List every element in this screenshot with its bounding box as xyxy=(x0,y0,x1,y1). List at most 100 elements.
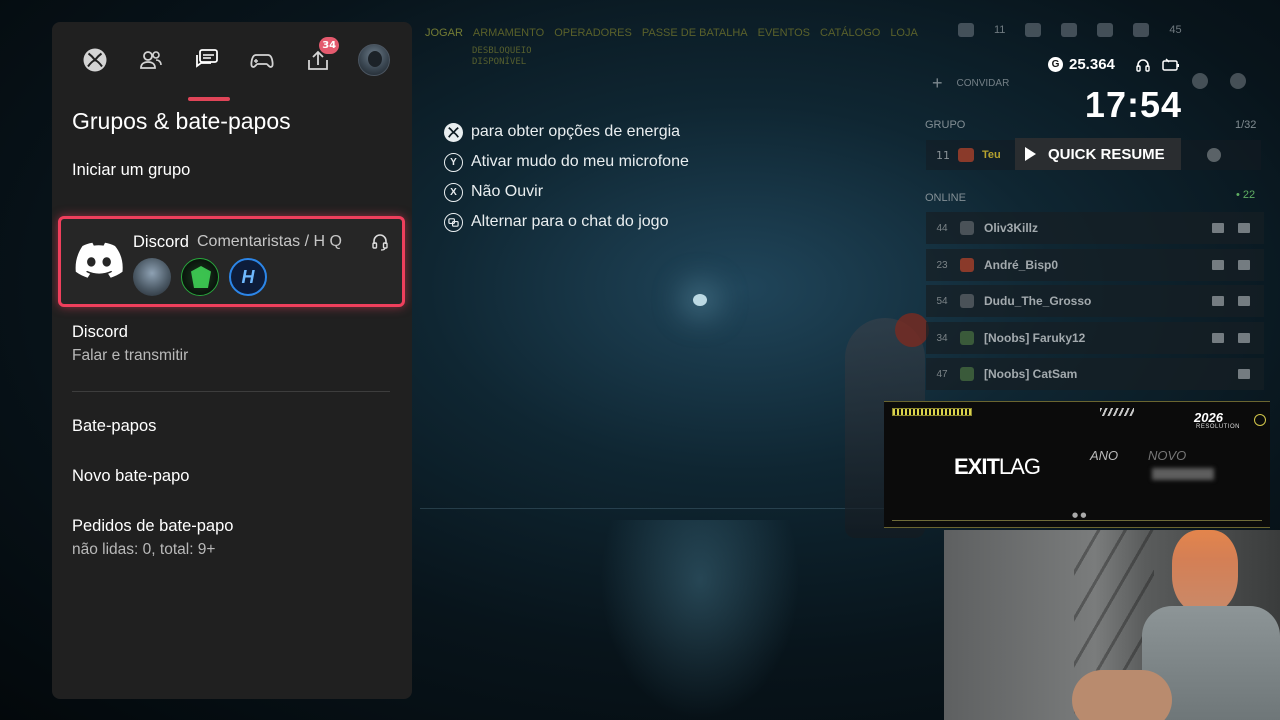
play-icon xyxy=(1025,147,1036,161)
settings-icon xyxy=(1133,23,1150,37)
chat-icon xyxy=(195,49,218,68)
banner-blurred-text xyxy=(1152,468,1214,480)
xbox-guide-panel: 34 Grupos & bate-papos Iniciar um grupo … xyxy=(52,22,412,699)
streamer-head xyxy=(1172,530,1238,614)
invite-button[interactable]: + CONVIDAR xyxy=(932,73,1009,94)
tab-xbox-home[interactable] xyxy=(76,35,114,85)
party-service-name: Discord xyxy=(133,233,189,251)
clock: 17:54 xyxy=(1084,84,1182,125)
tab-profile[interactable] xyxy=(355,35,393,85)
online-player-row[interactable]: 34 [Noobs] Faruky12 xyxy=(926,322,1264,354)
banner-stripe xyxy=(892,408,972,416)
hint-power-options: para obter opções de energia xyxy=(444,117,689,147)
gear-icon[interactable] xyxy=(1230,73,1246,89)
join-icon xyxy=(1238,223,1250,233)
party-members: H xyxy=(133,258,267,296)
tab-people[interactable] xyxy=(132,35,170,85)
unlock-available-text: DESBLOQUEIO DISPONÍVEL xyxy=(472,46,532,67)
exitlag-banner: EXITLAG ANO NOVO 2026 RESOLUTION ● ● xyxy=(884,401,1270,528)
discord-item-title[interactable]: Discord xyxy=(72,323,128,342)
banner-divider xyxy=(892,520,1262,521)
hud-value: 45 xyxy=(1169,24,1182,36)
quick-resume-button[interactable]: QUICK RESUME xyxy=(1015,138,1181,170)
gamerscore: G 25.364 xyxy=(1048,56,1181,73)
y-button-icon: Y xyxy=(444,152,463,172)
headset-icon xyxy=(372,234,388,251)
member-avatar: H xyxy=(229,258,267,296)
game-top-menu: JOGAR ARMAMENTO OPERADORES PASSE DE BATA… xyxy=(425,27,918,39)
floor-light xyxy=(600,520,800,720)
online-player-row[interactable]: 23 André_Bisp0 xyxy=(926,249,1264,281)
join-icon xyxy=(1238,260,1250,270)
chat-requests-button[interactable]: Pedidos de bate-papo xyxy=(72,517,233,536)
xbox-icon xyxy=(83,48,107,72)
webcam-feed xyxy=(944,530,1280,720)
game-menu-item: CATÁLOGO xyxy=(820,27,881,39)
x-button-icon: X xyxy=(444,182,463,202)
discord-party-card[interactable]: Discord Comentaristas / H Q H xyxy=(58,216,405,307)
banner-stripe xyxy=(1100,408,1134,416)
avatar xyxy=(357,44,390,76)
banner-year: 2026 xyxy=(1194,410,1223,425)
discord-item-subtitle: Falar e transmitir xyxy=(72,347,189,364)
tab-games[interactable] xyxy=(243,35,281,85)
currency-icon xyxy=(1025,23,1042,37)
online-count: • 22 xyxy=(1236,189,1256,201)
member-avatar xyxy=(181,258,219,296)
game-menu-item: ARMAMENTO xyxy=(472,27,545,39)
hint-mute-mic: Y Ativar mudo do meu microfone xyxy=(444,147,689,177)
hint-deafen: X Não Ouvir xyxy=(444,177,689,207)
streamer-arm xyxy=(1072,670,1172,720)
game-menu-item: PASSE DE BATALHA xyxy=(641,27,748,39)
device-icon xyxy=(1212,260,1224,270)
tab-parties-chats[interactable] xyxy=(187,35,230,101)
rank-icon xyxy=(958,148,974,162)
page-title: Grupos & bate-papos xyxy=(72,108,291,134)
online-label: ONLINE xyxy=(925,192,966,204)
crown-icon xyxy=(1238,333,1250,343)
gamerscore-icon: G xyxy=(1048,57,1063,72)
game-menu-item: JOGAR xyxy=(425,27,463,39)
online-player-row[interactable]: 44 Oliv3Killz xyxy=(926,212,1264,244)
friends-icon[interactable] xyxy=(1192,73,1208,89)
rank-icon xyxy=(960,367,974,381)
game-menu-item: LOJA xyxy=(890,27,918,39)
rank-icon xyxy=(960,294,974,308)
online-player-row[interactable]: 47 [Noobs] CatSam xyxy=(926,358,1264,390)
hud-value: 11 xyxy=(994,24,1006,36)
people-icon xyxy=(139,51,162,69)
join-icon xyxy=(1238,296,1250,306)
game-menu-item: OPERADORES xyxy=(554,27,632,39)
tab-uploads[interactable]: 34 xyxy=(299,35,340,85)
exitlag-logo: EXITLAG xyxy=(954,454,1041,479)
controller-icon xyxy=(250,54,274,68)
xbox-button-icon xyxy=(444,122,463,142)
ceiling-lamp xyxy=(693,294,707,306)
device-icon xyxy=(1212,223,1224,233)
xbox-icon xyxy=(1207,148,1221,162)
group-label: GRUPO xyxy=(925,119,966,131)
banner-ano: ANO xyxy=(1090,448,1119,463)
pack-icon xyxy=(1061,23,1078,37)
chat-requests-status: não lidas: 0, total: 9+ xyxy=(72,541,216,558)
device-icon xyxy=(1212,296,1224,306)
headset-icon xyxy=(1136,58,1150,72)
banner-dots: ● ● xyxy=(1072,511,1087,519)
group-count: 1/32 xyxy=(1235,119,1257,131)
banner-subtitle: RESOLUTION xyxy=(1196,424,1241,430)
new-chat-button[interactable]: Novo bate-papo xyxy=(72,467,189,486)
guide-tab-bar: 34 xyxy=(52,22,412,101)
pass-icon xyxy=(1097,23,1114,37)
party-channel-name: Comentaristas / H Q xyxy=(197,233,342,250)
view-button-icon xyxy=(444,212,463,232)
online-player-row[interactable]: 54 Dudu_The_Grosso xyxy=(926,285,1264,317)
discord-icon xyxy=(75,242,123,278)
button-hints: para obter opções de energia Y Ativar mu… xyxy=(444,117,689,237)
plus-icon: + xyxy=(932,73,943,93)
divider xyxy=(72,391,390,392)
chats-button[interactable]: Bate-papos xyxy=(72,417,156,436)
battery-icon xyxy=(1162,57,1179,71)
notification-badge: 34 xyxy=(319,37,340,54)
start-party-button[interactable]: Iniciar um grupo xyxy=(72,161,190,180)
rank-icon xyxy=(960,221,974,235)
